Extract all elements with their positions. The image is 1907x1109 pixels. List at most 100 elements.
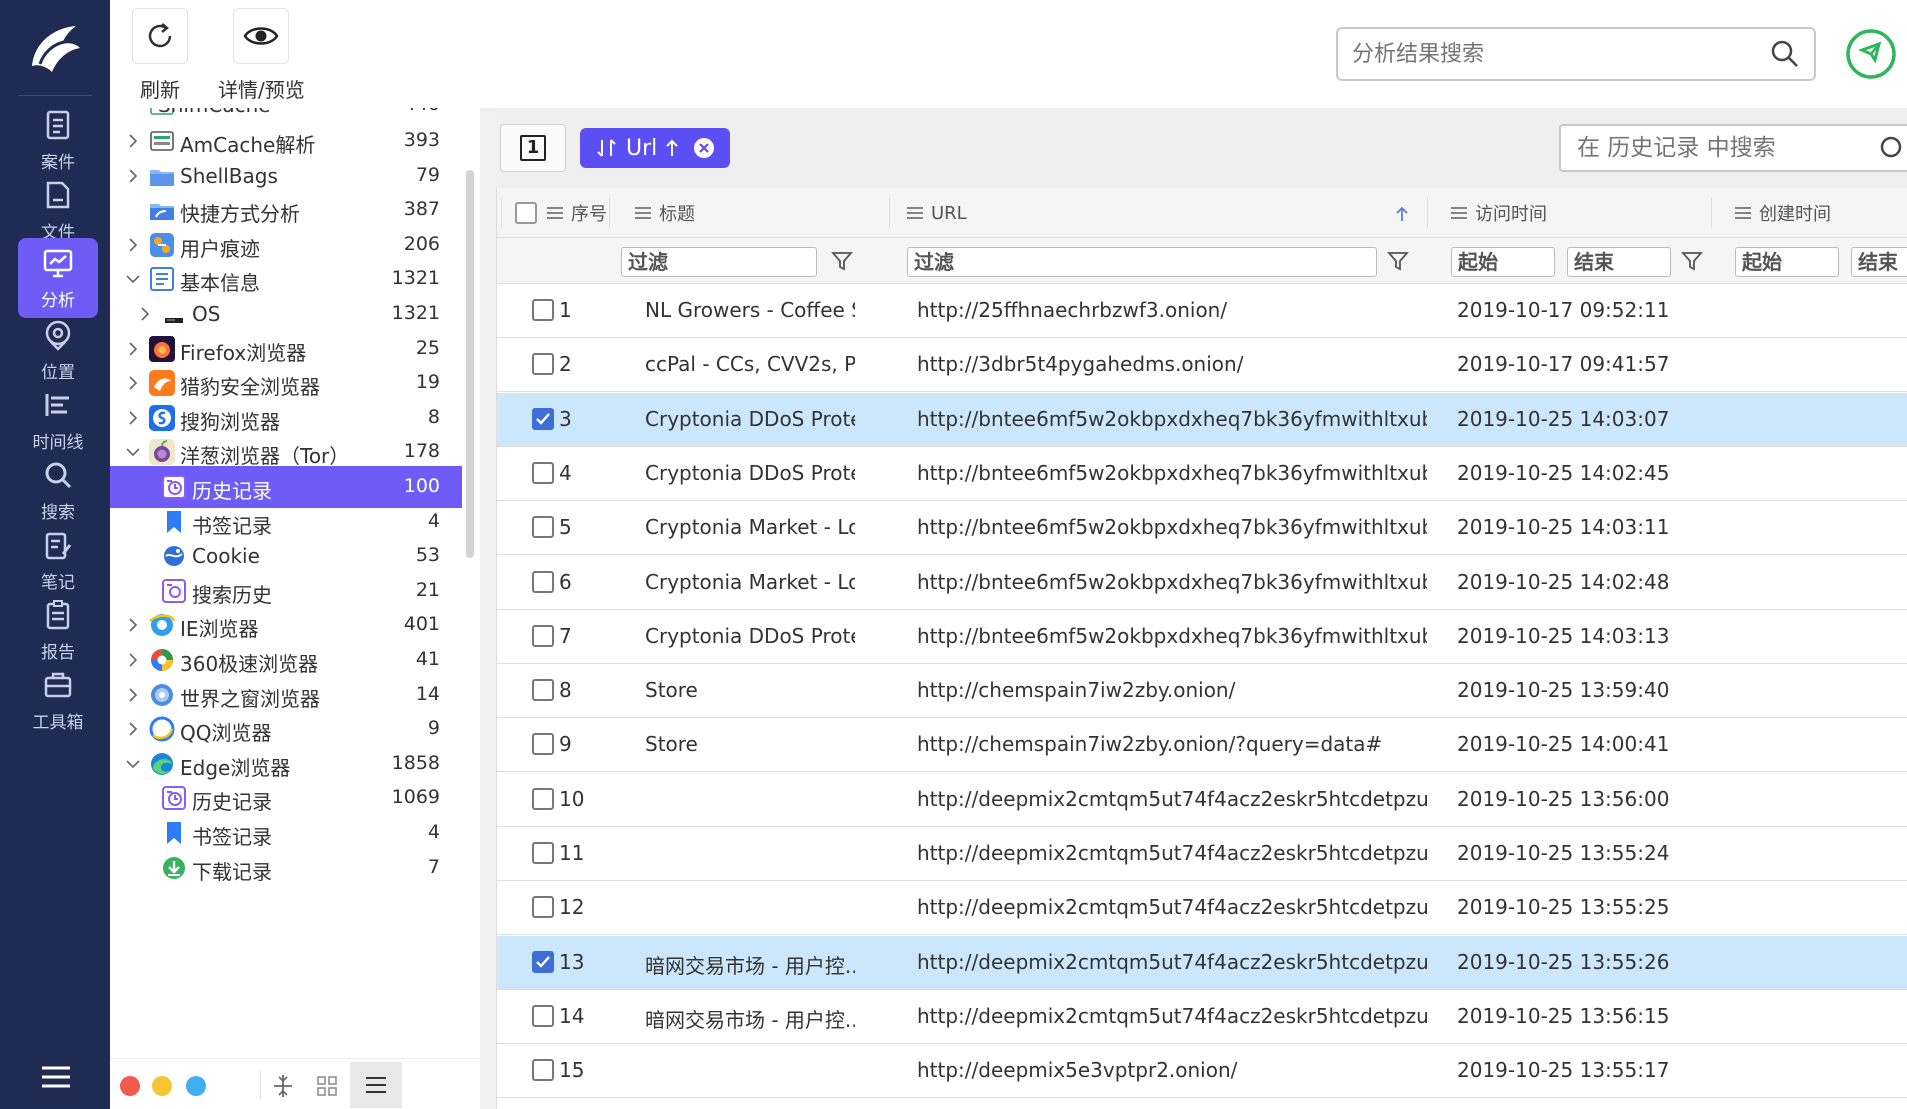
nav-item-timeline[interactable]: 时间线 (18, 380, 98, 460)
nav-item-location[interactable]: 位置 (18, 310, 98, 390)
logo-divider (18, 95, 92, 96)
visit-time-end-input[interactable]: 结束 (1567, 247, 1671, 277)
red-tag-filter[interactable] (120, 1076, 140, 1096)
table-row[interactable]: 11 http://deepmix2cmtqm5ut74f4acz2eskr5ht… (497, 827, 1907, 881)
list-view-button[interactable] (350, 1062, 402, 1108)
create-time-start-input[interactable]: 起始 (1735, 247, 1839, 277)
chevron-down-icon[interactable] (124, 270, 142, 288)
row-checkbox[interactable] (532, 787, 554, 810)
tree-item[interactable]: 下载记录 7 (110, 847, 462, 889)
column-header-visit-time[interactable]: 访问时间 (1451, 188, 1547, 238)
chevron-right-icon[interactable] (124, 720, 142, 738)
bookmark-icon (167, 510, 181, 533)
cell-visit-time: 2019-10-25 14:00:41 (1457, 732, 1670, 757)
filter-funnel-icon[interactable] (831, 250, 853, 272)
search-icon[interactable] (1770, 39, 1800, 69)
select-all-checkbox[interactable] (515, 202, 537, 224)
refresh-button[interactable]: 刷新 (132, 8, 188, 103)
row-checkbox[interactable] (532, 570, 554, 593)
chevron-right-icon[interactable] (136, 305, 154, 323)
table-row[interactable]: 8 Store http://chemspain7iw2zby.onion/2019… (497, 664, 1907, 719)
row-checkbox[interactable] (532, 407, 554, 430)
chevron-right-icon[interactable] (124, 409, 142, 427)
chevron-right-icon[interactable] (124, 340, 142, 358)
history-search-input[interactable] (1577, 135, 1877, 161)
analysis-search-input[interactable] (1352, 41, 1770, 67)
column-header-visit-time-label: 访问时间 (1475, 204, 1547, 225)
yellow-tag-filter[interactable] (152, 1076, 172, 1096)
table-row[interactable]: 14 暗网交易市场 - 用户控... http://deepmix2cmtqm5ut… (497, 989, 1907, 1044)
row-checkbox[interactable] (532, 950, 554, 973)
filter-funnel-icon[interactable] (1681, 250, 1703, 272)
grid-view-icon[interactable] (316, 1075, 338, 1097)
sort-chip[interactable]: Url (580, 128, 730, 168)
history-icon (162, 475, 186, 499)
row-checkbox[interactable] (532, 733, 554, 756)
row-checkbox[interactable] (532, 842, 554, 864)
tree-scrollbar[interactable] (466, 170, 474, 558)
table-row[interactable]: 3 Cryptonia DDoS Protec... http://bntee6mf… (497, 392, 1907, 447)
filter-funnel-icon[interactable] (1387, 250, 1409, 272)
row-checkbox[interactable] (532, 516, 554, 539)
nav-item-search[interactable]: 搜索 (18, 450, 98, 530)
table-row[interactable]: 6 Cryptonia Market - Login http://bntee6mf… (497, 555, 1907, 610)
nav-item-analysis[interactable]: 分析 (18, 238, 98, 318)
chevron-right-icon[interactable] (124, 651, 142, 669)
check-icon (536, 955, 550, 968)
table-row[interactable]: 5 Cryptonia Market - Login http://bntee6mf… (497, 501, 1907, 556)
row-checkbox[interactable] (532, 353, 554, 376)
row-checkbox[interactable] (532, 624, 554, 647)
nav-item-case[interactable]: 案件 (18, 100, 98, 180)
search-icon[interactable] (1877, 133, 1907, 163)
table-row[interactable]: 9 Store http://chemspain7iw2zby.onion/?que… (497, 718, 1907, 773)
close-icon[interactable] (693, 137, 715, 159)
visit-time-start-input[interactable]: 起始 (1451, 247, 1555, 277)
nav-item-report[interactable]: 报告 (18, 590, 98, 670)
panel-splitter[interactable] (480, 108, 496, 1109)
cell-title: 暗网交易市场 - 用户控... (645, 953, 855, 978)
title-filter-input[interactable]: 过滤 (621, 247, 817, 277)
create-time-end-input[interactable]: 结束 (1851, 247, 1907, 277)
cell-title: Store (645, 678, 698, 703)
row-checkbox[interactable] (532, 1004, 554, 1027)
table-row[interactable]: 7 Cryptonia DDoS Protec... http://bntee6mf… (497, 609, 1907, 664)
row-checkbox[interactable] (532, 299, 554, 321)
table-row[interactable]: 12 http://deepmix2cmtqm5ut74f4acz2eskr5ht… (497, 881, 1907, 936)
table-row[interactable]: 10 http://deepmix2cmtqm5ut74f4acz2eskr5ht… (497, 772, 1907, 827)
table-row[interactable]: 15 http://deepmix5e3vptpr2.onion/2019-10-… (497, 1044, 1907, 1099)
chevron-down-icon[interactable] (124, 443, 142, 461)
url-filter-input[interactable]: 过滤 (907, 247, 1377, 277)
cookie-icon (164, 546, 184, 567)
column-header-title[interactable]: 标题 (635, 188, 695, 238)
column-header-url[interactable]: URL (907, 188, 967, 238)
row-checkbox[interactable] (532, 896, 554, 919)
preview-button[interactable]: 详情/预览 (218, 8, 305, 103)
nav-item-note[interactable]: 笔记 (18, 520, 98, 600)
chevron-right-icon[interactable] (124, 616, 142, 634)
shield-status-icon[interactable] (1845, 28, 1897, 80)
hamburger-menu-icon[interactable] (40, 1063, 72, 1091)
table-row[interactable]: 1 NL Growers - Coffee Sh... http://25ffhna… (497, 284, 1907, 338)
row-checkbox[interactable] (532, 1059, 554, 1082)
row-checkbox[interactable] (532, 679, 554, 702)
chevron-down-icon[interactable] (124, 755, 142, 773)
row-checkbox[interactable] (532, 461, 554, 484)
nav-item-toolbox[interactable]: 工具箱 (18, 660, 98, 740)
cell-title: Cryptonia Market - Login (645, 569, 855, 594)
tree-item-count: 440 (404, 108, 440, 115)
table-row[interactable]: 4 Cryptonia DDoS Protec... http://bntee6mf… (497, 446, 1907, 501)
table-row[interactable]: 13 暗网交易市场 - 用户控... http://deepmix2cmtqm5ut… (497, 935, 1907, 990)
collapse-all-icon[interactable] (272, 1073, 294, 1099)
chevron-right-icon[interactable] (124, 167, 142, 185)
cell-visit-time: 2019-10-25 13:55:25 (1457, 895, 1670, 920)
chevron-right-icon[interactable] (124, 236, 142, 254)
blue-tag-filter[interactable] (186, 1076, 206, 1096)
column-header-create-time[interactable]: 创建时间 (1735, 188, 1831, 238)
chevron-right-icon[interactable] (124, 686, 142, 704)
list-view-icon (366, 1077, 386, 1093)
page-button[interactable]: 1 (500, 124, 566, 172)
chevron-right-icon[interactable] (124, 132, 142, 150)
column-header-no[interactable]: 序号 (547, 188, 607, 238)
table-row[interactable]: 2 ccPal - CCs, CVV2s, Pay... http://3dbr5t… (497, 338, 1907, 393)
chevron-right-icon[interactable] (124, 374, 142, 392)
